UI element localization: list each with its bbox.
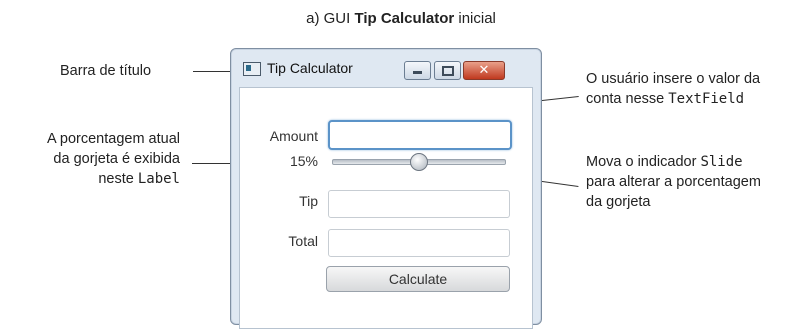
annotation-slider: Mova o indicador Slide para alterar a po… xyxy=(586,152,761,212)
tip-calculator-window: Tip Calculator ✕ Amount 15% Tip Total Ca… xyxy=(230,48,542,329)
annotation-textfield-line2-text: conta nesse xyxy=(586,91,669,107)
minimize-button[interactable] xyxy=(404,61,431,80)
annotation-percent-code: Label xyxy=(137,171,180,187)
calculate-button[interactable]: Calculate xyxy=(326,266,510,292)
annotation-title-bar: Barra de título xyxy=(60,63,152,79)
amount-label: Amount xyxy=(269,128,318,144)
annotation-textfield-code: TextField xyxy=(668,91,745,107)
annotation-percent-line2: da gorjeta é exibida xyxy=(53,151,180,167)
annotation-percent-line1: A porcentagem atual xyxy=(46,131,180,147)
tip-label: Tip xyxy=(299,193,318,209)
caption-prefix: a) GUI xyxy=(306,10,355,27)
annotation-percent-line3: neste Label xyxy=(0,169,180,189)
maximize-button[interactable] xyxy=(434,61,461,80)
window-content: Amount 15% Tip Total Calculate xyxy=(239,87,533,329)
total-label: Total xyxy=(288,233,318,249)
window-title: Tip Calculator xyxy=(267,60,353,76)
annotation-textfield-line1: O usuário insere o valor da xyxy=(586,71,761,87)
total-textfield[interactable] xyxy=(328,229,510,257)
maximize-icon xyxy=(442,66,454,76)
caption-suffix: inicial xyxy=(454,10,496,27)
annotation-textfield: O usuário insere o valor da conta nesse … xyxy=(586,69,760,109)
annotation-slider-line3: da gorjeta xyxy=(586,194,651,210)
close-icon: ✕ xyxy=(478,62,490,77)
close-button[interactable]: ✕ xyxy=(463,61,505,80)
app-icon xyxy=(243,62,261,76)
amount-textfield[interactable] xyxy=(328,120,512,150)
tip-slider-thumb[interactable] xyxy=(410,153,428,171)
annotation-slider-line1-text: Mova o indicador xyxy=(586,154,701,170)
percent-label: 15% xyxy=(289,153,318,169)
caption-bold: Tip Calculator xyxy=(354,10,455,27)
annotation-slider-code: Slide xyxy=(700,154,743,170)
tip-textfield[interactable] xyxy=(328,190,510,218)
annotation-percent-label: A porcentagem atual da gorjeta é exibida… xyxy=(0,129,180,189)
figure-caption: a) GUI Tip Calculator inicial xyxy=(0,10,802,27)
annotation-textfield-line2: conta nesse TextField xyxy=(586,89,760,109)
minimize-icon xyxy=(413,71,422,74)
annotation-slider-line1: Mova o indicador Slide xyxy=(586,152,761,172)
title-bar[interactable]: Tip Calculator ✕ xyxy=(231,49,541,85)
annotation-slider-line2: para alterar a porcentagem xyxy=(586,174,761,190)
annotation-percent-line3-text: neste xyxy=(98,171,138,187)
